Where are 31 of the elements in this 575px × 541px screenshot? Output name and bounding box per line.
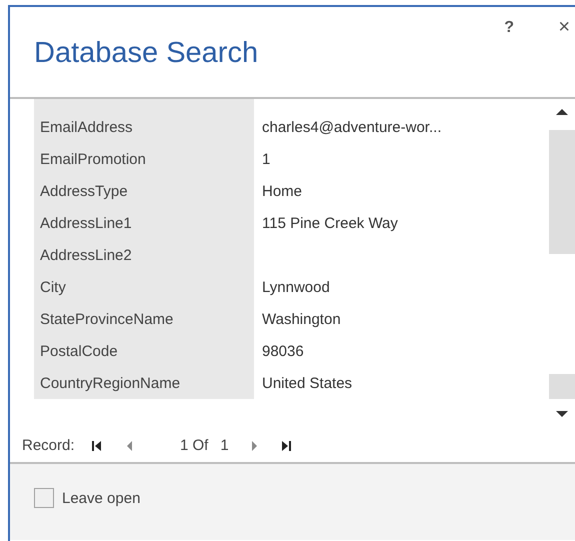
scroll-up-icon[interactable] (556, 109, 568, 115)
field-value: 98036 (262, 342, 304, 360)
window-title: Database Search (34, 37, 258, 70)
record-position: 1 Of (180, 437, 208, 454)
scrollbar-thumb[interactable] (549, 374, 575, 399)
field-value: 1 (262, 150, 270, 168)
field-label: PostalCode (40, 342, 118, 360)
field-label: AddressType (40, 182, 128, 200)
field-value: Home (262, 182, 302, 200)
field-label: AddressLine2 (40, 246, 132, 264)
field-label: City (40, 278, 66, 296)
field-value: charles4@adventure-wor... (262, 118, 442, 136)
field-label: AddressLine1 (40, 214, 132, 232)
field-value: United States (262, 374, 352, 392)
leave-open-checkbox[interactable] (34, 488, 54, 508)
field-label: CountryRegionName (40, 374, 180, 392)
scroll-down-icon[interactable] (556, 411, 568, 417)
last-record-button[interactable] (280, 440, 293, 452)
field-value: Lynnwood (262, 278, 330, 296)
first-record-button[interactable] (92, 440, 104, 452)
field-label: EmailPromotion (40, 150, 146, 168)
field-value: Washington (262, 310, 341, 328)
record-total: 1 (220, 437, 229, 454)
help-button[interactable]: ? (501, 19, 517, 37)
scrollbar-thumb[interactable] (549, 130, 575, 254)
checkbox-label: Leave open (62, 490, 140, 506)
field-label: StateProvinceName (40, 310, 174, 328)
field-label: EmailAddress (40, 118, 133, 136)
record-label: Record: (22, 437, 76, 454)
close-button[interactable]: × (555, 16, 573, 39)
field-value: 115 Pine Creek Way (262, 214, 398, 232)
